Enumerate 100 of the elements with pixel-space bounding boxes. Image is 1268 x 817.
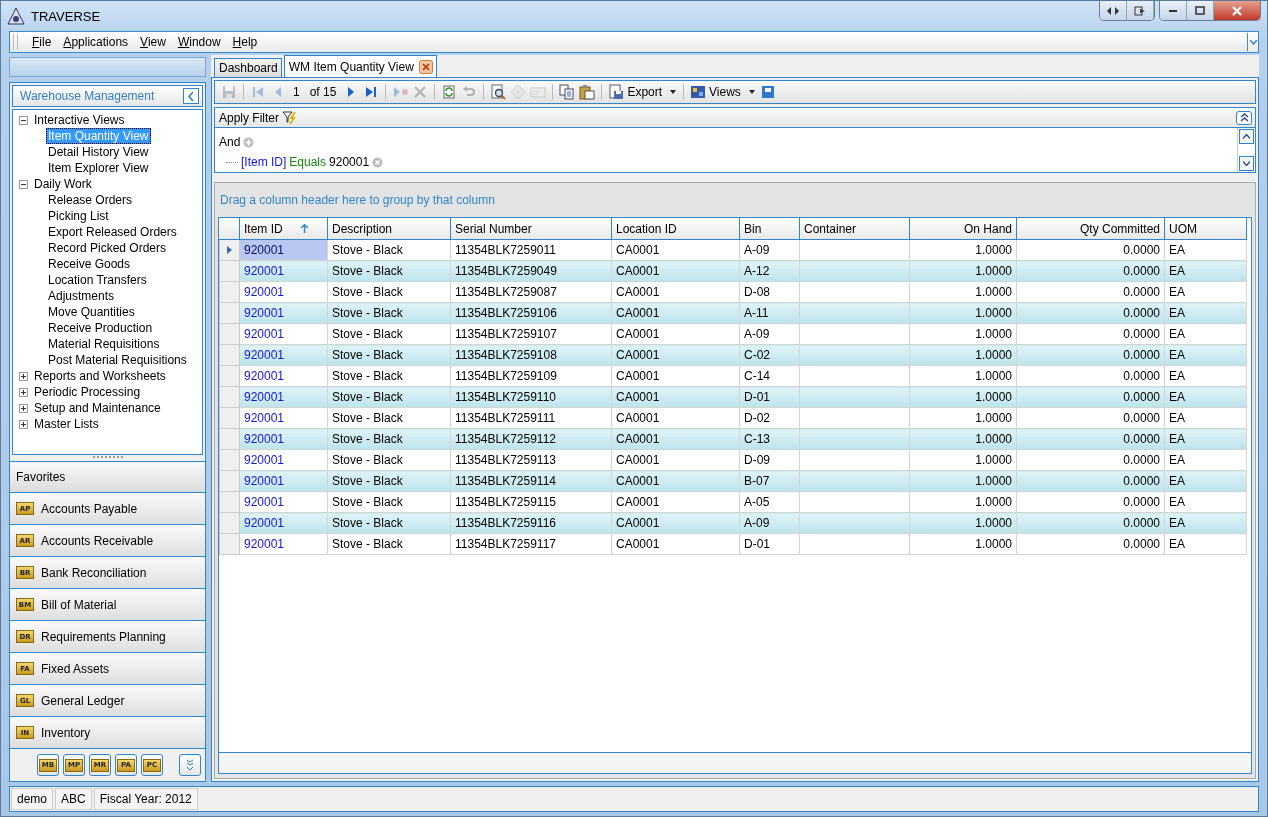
tree-item[interactable]: Master Lists xyxy=(32,416,101,432)
menu-item[interactable]: Applications xyxy=(57,35,135,49)
table-cell: CA0001 xyxy=(611,407,740,429)
expand-icon[interactable] xyxy=(19,387,28,397)
first-record-icon xyxy=(250,84,266,100)
arrange-button[interactable] xyxy=(1100,1,1127,20)
chevron-left-icon xyxy=(188,91,194,101)
tree-item[interactable]: Picking List xyxy=(46,208,111,224)
paste-button[interactable] xyxy=(577,82,598,102)
table-cell: Stove - Black xyxy=(327,239,451,261)
filter-field[interactable]: [Item ID] xyxy=(241,155,287,169)
chevron-down-icon xyxy=(1249,39,1257,45)
table-cell: EA xyxy=(1164,365,1247,387)
column-header[interactable]: Description xyxy=(327,218,451,240)
tree-item[interactable]: Receive Production xyxy=(46,320,155,336)
scroll-up-button[interactable] xyxy=(1239,129,1254,144)
table-cell: 1.0000 xyxy=(909,407,1017,429)
collapse-filter-button[interactable] xyxy=(1236,110,1252,125)
filter-icon[interactable] xyxy=(282,110,299,125)
table-cell: CA0001 xyxy=(611,239,740,261)
table-cell: CA0001 xyxy=(611,491,740,513)
table-cell: 11354BLK7259109 xyxy=(450,365,612,387)
tab[interactable]: WM Item Quantity View xyxy=(283,55,437,77)
record-position-text: 1 xyxy=(292,85,301,99)
tree-item[interactable]: Post Material Requisitions xyxy=(46,352,189,368)
expand-icon[interactable] xyxy=(19,403,28,413)
tree-item[interactable]: Periodic Processing xyxy=(32,384,143,400)
close-button[interactable] xyxy=(1214,1,1260,20)
table-cell: C-14 xyxy=(739,365,800,387)
table-cell: 0.0000 xyxy=(1016,407,1165,429)
column-header[interactable]: Bin xyxy=(739,218,800,240)
tree-item[interactable]: Adjustments xyxy=(46,288,117,304)
tree-item[interactable]: Daily Work xyxy=(32,176,94,192)
save-layout-icon xyxy=(759,84,776,100)
scroll-down-button[interactable] xyxy=(1239,156,1254,171)
export-dropdown-button[interactable]: Export xyxy=(606,82,680,102)
tree-item[interactable]: Interactive Views xyxy=(32,112,127,128)
table-cell: Stove - Black xyxy=(327,323,451,345)
delete-icon xyxy=(412,84,429,100)
app-logo-icon xyxy=(7,7,25,25)
collapse-icon[interactable] xyxy=(19,115,28,125)
menu-overflow-button[interactable] xyxy=(1247,33,1258,51)
refresh-icon xyxy=(441,84,458,100)
exit-button[interactable] xyxy=(1127,1,1154,20)
tree-item[interactable]: Setup and Maintenance xyxy=(32,400,163,416)
tree-item[interactable]: Record Picked Orders xyxy=(46,240,169,256)
table-cell: 920001 xyxy=(239,491,328,513)
expand-icon[interactable] xyxy=(19,371,28,381)
tree-item[interactable]: Material Requisitions xyxy=(46,336,162,352)
table-cell: D-09 xyxy=(739,449,800,471)
menu-item[interactable]: View xyxy=(134,35,172,49)
column-header[interactable]: On Hand xyxy=(909,218,1017,240)
row-selector[interactable] xyxy=(219,239,240,261)
table-cell: 1.0000 xyxy=(909,239,1017,261)
filter-value[interactable]: 920001 xyxy=(329,155,370,169)
apply-filter-button[interactable]: Apply Filter xyxy=(219,110,280,125)
tree-item[interactable]: Detail History View xyxy=(46,144,151,160)
table-cell: A-09 xyxy=(739,323,800,345)
tree-item[interactable]: Export Released Orders xyxy=(46,224,179,240)
collapse-icon[interactable] xyxy=(19,179,28,189)
column-header[interactable]: Qty Committed xyxy=(1016,218,1165,240)
save-icon xyxy=(221,84,237,100)
menu-item[interactable]: Help xyxy=(226,35,264,49)
minimize-button[interactable] xyxy=(1160,1,1187,20)
tree-item[interactable]: Release Orders xyxy=(46,192,135,208)
column-header[interactable]: Serial Number xyxy=(450,218,612,240)
arrange-icon xyxy=(1107,5,1119,16)
tree-item[interactable]: Reports and Worksheets xyxy=(32,368,168,384)
tab[interactable]: Dashboard xyxy=(214,58,282,77)
expand-icon[interactable] xyxy=(19,419,28,429)
table-cell: EA xyxy=(1164,407,1247,429)
table-cell: 11354BLK7259087 xyxy=(450,281,612,303)
table-cell: 11354BLK7259113 xyxy=(450,449,612,471)
column-header[interactable]: UOM xyxy=(1164,218,1247,240)
table-cell: 1.0000 xyxy=(909,533,1017,555)
filter-operator[interactable]: Equals xyxy=(289,155,327,169)
maximize-button[interactable] xyxy=(1187,1,1214,20)
table-cell: 920001 xyxy=(239,407,328,429)
column-header[interactable]: Container xyxy=(799,218,910,240)
status-field: ABC xyxy=(55,788,92,810)
collapse-button[interactable] xyxy=(183,88,199,104)
column-header[interactable]: Location ID xyxy=(611,218,740,240)
current-row-icon xyxy=(227,246,232,254)
close-icon[interactable] xyxy=(418,59,433,74)
tree-item[interactable]: Location Transfers xyxy=(46,272,149,288)
copy-icon xyxy=(559,84,576,100)
tree-item[interactable]: Move Quantities xyxy=(46,304,137,320)
table-cell: 0.0000 xyxy=(1016,449,1165,471)
filter-group-operator[interactable]: And xyxy=(219,135,241,149)
menu-item[interactable]: File xyxy=(26,35,58,49)
more-modules-button[interactable] xyxy=(179,754,201,776)
append-record-icon xyxy=(392,84,409,100)
module-label: Accounts Payable xyxy=(41,501,138,516)
menu-item[interactable]: Window xyxy=(171,35,227,49)
views-dropdown-button[interactable]: Views xyxy=(688,82,758,102)
tree-item[interactable]: Receive Goods xyxy=(46,256,133,272)
table-cell: 0.0000 xyxy=(1016,533,1165,555)
record-position-text: of 15 xyxy=(308,85,338,99)
tree-item[interactable]: Item Explorer View xyxy=(46,160,151,176)
table-cell: 920001 xyxy=(239,281,328,303)
